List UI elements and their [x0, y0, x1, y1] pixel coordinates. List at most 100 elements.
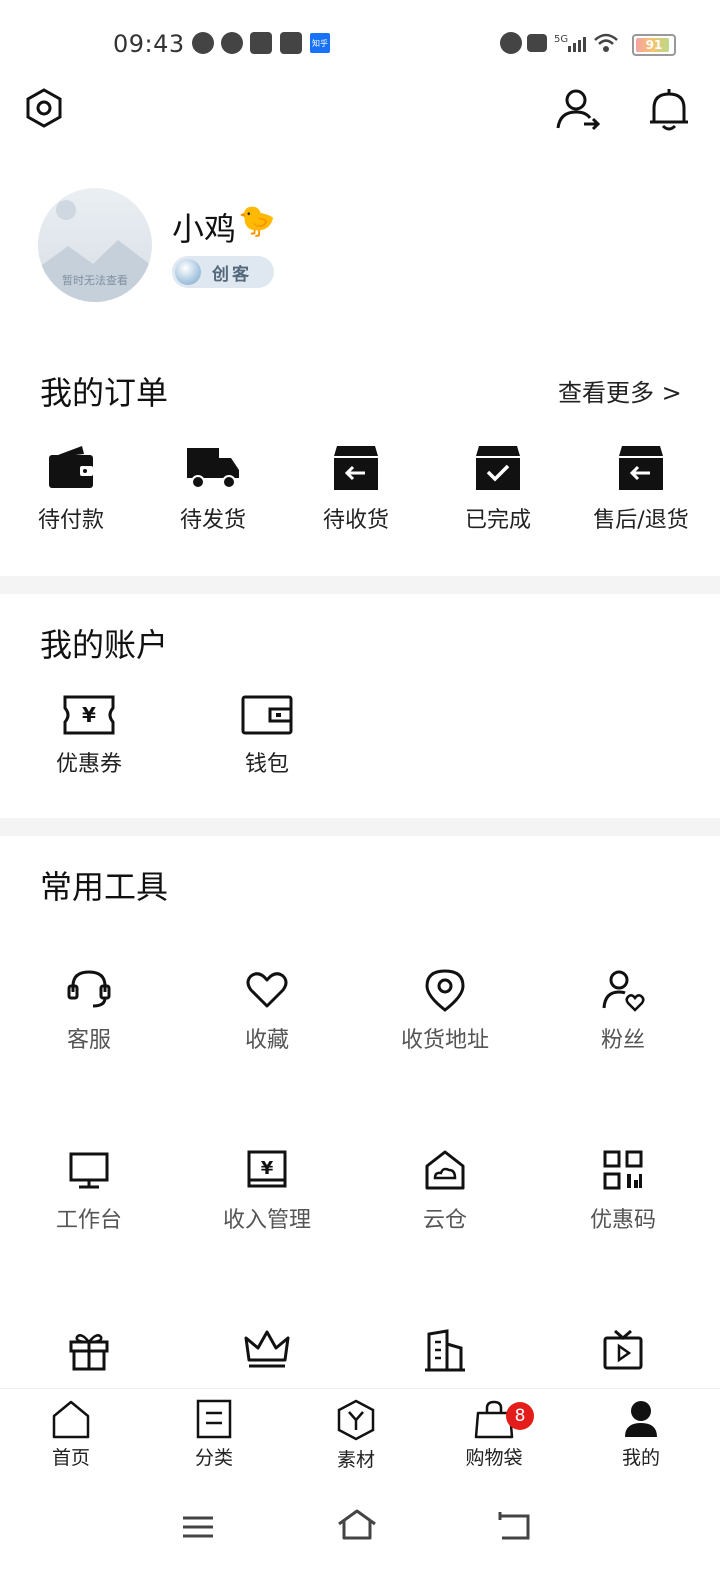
headset-icon [67, 968, 111, 1012]
battery-level: 91 [645, 38, 663, 52]
section-divider [0, 576, 720, 594]
nav-label: 购物袋 [465, 1447, 523, 1469]
order-label: 待收货 [322, 508, 389, 533]
alarm-icon [500, 32, 522, 54]
order-label: 已完成 [464, 508, 531, 533]
account-label: 钱包 [244, 752, 289, 777]
account-wallet[interactable]: 钱包 [207, 694, 327, 778]
truck-icon [185, 442, 241, 492]
avatar[interactable]: 暂时无法查看 [38, 188, 152, 302]
order-label: 待付款 [37, 508, 104, 533]
order-after-sales[interactable]: 售后/退货 [581, 442, 701, 534]
alipay-icon [280, 32, 302, 54]
tool-address[interactable]: 收货地址 [385, 968, 505, 1054]
nav-label: 首页 [51, 1447, 90, 1469]
tool-company[interactable] [385, 1328, 505, 1372]
tool-label: 收入管理 [222, 1208, 311, 1233]
tool-favorites[interactable]: 收藏 [207, 968, 327, 1054]
hd-icon [527, 34, 547, 52]
home-icon [51, 1399, 91, 1439]
user-switch-icon[interactable] [554, 86, 602, 134]
menu-icon[interactable] [180, 1512, 216, 1542]
tool-label: 收货地址 [400, 1028, 489, 1053]
order-label: 售后/退货 [593, 508, 689, 533]
orders-title: 我的订单 [40, 374, 169, 412]
member-level-label: 创客 [212, 265, 252, 285]
tool-gift[interactable] [29, 1328, 149, 1372]
order-pending-shipment[interactable]: 待发货 [153, 442, 273, 534]
status-bar: 09:43 知乎 5G 91 [0, 0, 720, 86]
tool-customer-service[interactable]: 客服 [29, 968, 149, 1054]
location-icon [423, 968, 467, 1012]
wallet-icon [46, 442, 96, 492]
tool-income[interactable]: ¥ 收入管理 [207, 1148, 327, 1234]
monitor-icon [67, 1148, 111, 1192]
nav-label: 分类 [194, 1447, 233, 1469]
settings-hexagon-icon[interactable] [22, 86, 66, 130]
inbox-receive-icon [331, 442, 381, 492]
wechat-icon [192, 32, 214, 54]
order-label: 待发货 [179, 508, 246, 533]
nav-materials[interactable]: 素材 [306, 1399, 406, 1472]
account-title: 我的账户 [40, 626, 169, 664]
tool-label: 工作台 [55, 1208, 122, 1233]
inbox-return-icon [616, 442, 666, 492]
bell-icon[interactable] [646, 86, 692, 134]
system-nav-bar [0, 1488, 720, 1584]
user-name: 小鸡 [172, 210, 237, 248]
qr-code-icon [601, 1148, 645, 1192]
category-icon [194, 1399, 234, 1439]
chick-emoji: 🐤 [238, 204, 276, 239]
person-icon [621, 1399, 661, 1439]
tool-promo-code[interactable]: 优惠码 [563, 1148, 683, 1234]
heart-icon [245, 968, 289, 1012]
signal-5g-icon: 5G [554, 32, 588, 54]
tool-fans[interactable]: 粉丝 [563, 968, 683, 1054]
tools-title: 常用工具 [40, 868, 169, 906]
tool-label: 粉丝 [600, 1028, 645, 1053]
svg-text:¥: ¥ [82, 703, 96, 727]
tool-label: 优惠码 [589, 1208, 656, 1233]
tool-workbench[interactable]: 工作台 [29, 1148, 149, 1234]
tool-cloud-warehouse[interactable]: 云仓 [385, 1148, 505, 1234]
cloud-house-icon [423, 1148, 467, 1192]
orders-more-link[interactable]: 查看更多 > [558, 373, 682, 408]
wifi-icon [593, 32, 619, 54]
income-icon: ¥ [245, 1148, 289, 1192]
nav-mine[interactable]: 我的 [591, 1399, 691, 1470]
hexagon-y-icon [335, 1399, 377, 1441]
member-level-badge[interactable]: 创客 [172, 256, 274, 288]
diamond-icon [175, 259, 201, 285]
account-label: 优惠券 [55, 752, 122, 777]
building-icon [423, 1328, 467, 1372]
order-pending-payment[interactable]: 待付款 [11, 442, 131, 534]
zhihu-icon: 知乎 [310, 33, 330, 53]
tool-live[interactable] [563, 1328, 683, 1372]
cart-badge: 8 [506, 1402, 534, 1430]
tool-label: 客服 [66, 1028, 111, 1053]
nav-label: 我的 [621, 1447, 660, 1469]
notification-app-icon [221, 32, 243, 54]
order-pending-receipt[interactable]: 待收货 [296, 442, 416, 534]
nav-category[interactable]: 分类 [164, 1399, 264, 1470]
user-heart-icon [601, 968, 645, 1012]
nav-label: 素材 [336, 1449, 375, 1471]
tool-vip[interactable] [207, 1328, 327, 1368]
coupon-icon: ¥ [62, 694, 116, 736]
nav-home[interactable]: 首页 [21, 1399, 121, 1470]
crown-icon [243, 1328, 291, 1368]
system-home-icon[interactable] [336, 1508, 378, 1542]
gift-icon [67, 1328, 111, 1372]
box-check-icon [473, 442, 523, 492]
bottom-nav: 首页 分类 素材 购物袋 我的 [0, 1388, 720, 1489]
wallet-outline-icon [240, 694, 294, 736]
order-completed[interactable]: 已完成 [438, 442, 558, 534]
section-divider [0, 818, 720, 836]
svg-text:¥: ¥ [261, 1158, 274, 1179]
tv-icon [601, 1328, 645, 1372]
tool-label: 云仓 [422, 1208, 467, 1233]
app-notification-icon [250, 32, 272, 54]
tool-label: 收藏 [244, 1028, 289, 1053]
account-coupons[interactable]: ¥ 优惠券 [29, 694, 149, 778]
back-icon[interactable] [496, 1510, 534, 1542]
